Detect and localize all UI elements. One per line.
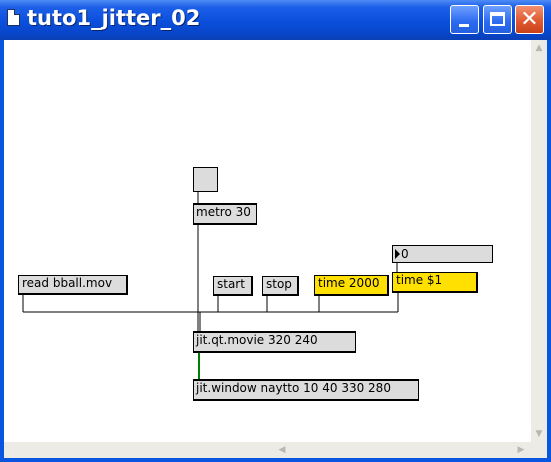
time-var-message[interactable]: time $1 bbox=[392, 272, 478, 293]
read-message[interactable]: read bball.mov bbox=[18, 275, 128, 295]
start-message[interactable]: start bbox=[213, 276, 253, 296]
metro-object[interactable]: metro 30 bbox=[193, 203, 257, 225]
jit-window-object[interactable]: jit.window naytto 10 40 330 280 bbox=[193, 379, 419, 401]
number-value: 0 bbox=[401, 247, 409, 261]
patch-contents: metro 30 0 read bball.mov start stop tim… bbox=[0, 0, 551, 462]
time-2000-message[interactable]: time 2000 bbox=[314, 275, 389, 296]
jit-qt-movie-object[interactable]: jit.qt.movie 320 240 bbox=[193, 331, 356, 353]
stop-message[interactable]: stop bbox=[262, 276, 299, 296]
number-triangle-icon bbox=[395, 249, 400, 259]
bang-button[interactable] bbox=[193, 167, 218, 192]
number-box[interactable]: 0 bbox=[392, 245, 493, 263]
